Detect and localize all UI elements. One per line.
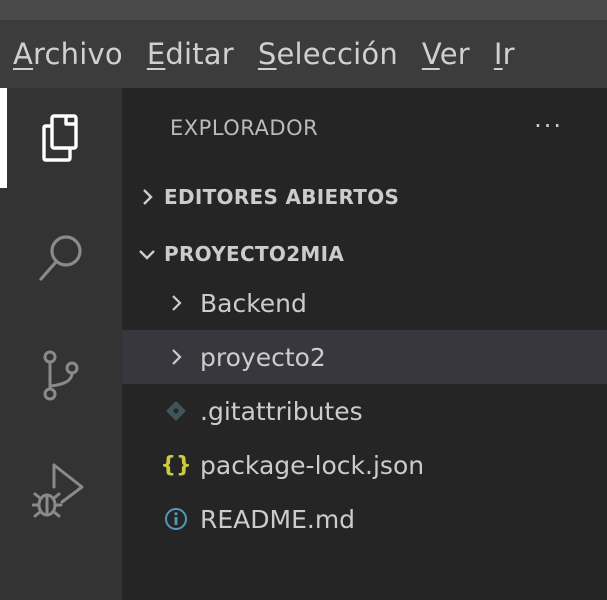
chevron-down-icon [130, 247, 164, 261]
activity-search[interactable] [0, 208, 122, 308]
search-icon [39, 235, 82, 281]
tree-item-readme[interactable]: README.md [122, 492, 607, 546]
run-debug-icon [32, 463, 84, 518]
activity-explorer[interactable] [0, 88, 122, 188]
git-diamond-icon [156, 400, 196, 422]
activity-bar [0, 88, 122, 600]
tree-item-label: .gitattributes [200, 396, 363, 426]
tree-item-label: README.md [200, 504, 356, 534]
activity-run-debug[interactable] [0, 440, 122, 540]
activity-source-control[interactable] [0, 326, 122, 426]
sidebar-title: EXPLORADOR [170, 116, 319, 140]
tree-item-gitattributes[interactable]: .gitattributes [122, 384, 607, 438]
title-strip [0, 0, 607, 20]
menu-ver[interactable]: Ver [422, 37, 470, 71]
tree-item-label: Backend [200, 288, 307, 318]
sidebar-header: EXPLORADOR ··· [122, 88, 607, 168]
section-label: EDITORES ABIERTOS [164, 185, 400, 209]
menu-bar: Archivo Editar Selección Ver Ir [0, 20, 607, 88]
chevron-right-icon [156, 293, 196, 313]
tree-item-label: proyecto2 [200, 342, 326, 372]
info-icon [156, 507, 196, 531]
tree-item-label: package-lock.json [200, 450, 425, 480]
tree-item-backend[interactable]: Backend [122, 276, 607, 330]
tree-item-package-lock[interactable]: {} package-lock.json [122, 438, 607, 492]
more-actions-button[interactable]: ··· [534, 112, 563, 140]
explorer-icon [42, 114, 78, 162]
menu-seleccion[interactable]: Selección [258, 37, 398, 71]
menu-ir[interactable]: Ir [494, 37, 515, 71]
chevron-right-icon [130, 188, 164, 206]
menu-editar[interactable]: Editar [147, 37, 234, 71]
section-open-editors[interactable]: EDITORES ABIERTOS [122, 171, 607, 223]
source-control-icon [43, 350, 79, 401]
chevron-right-icon [156, 347, 196, 367]
tree-item-proyecto2[interactable]: proyecto2 [122, 330, 607, 384]
section-label: PROYECTO2MIA [164, 242, 345, 266]
menu-archivo[interactable]: Archivo [13, 37, 123, 71]
section-project[interactable]: PROYECTO2MIA [122, 228, 607, 280]
json-braces-icon: {} [160, 452, 192, 478]
explorer-sidebar: EXPLORADOR ··· EDITORES ABIERTOS PROYECT… [122, 88, 607, 600]
